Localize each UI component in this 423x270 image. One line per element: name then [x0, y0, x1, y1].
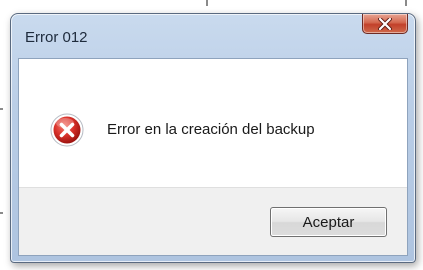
button-bar: Aceptar: [19, 187, 407, 255]
error-dialog: Error 012 Error en la creación del backu…: [10, 13, 416, 263]
accept-button[interactable]: Aceptar: [270, 207, 387, 237]
background-fragment: [405, 0, 407, 6]
dialog-title: Error 012: [25, 29, 88, 46]
close-button[interactable]: [362, 14, 408, 34]
background-fragment: [206, 0, 208, 6]
error-icon: [50, 113, 84, 147]
background-fragment: [0, 108, 3, 110]
close-icon: [378, 17, 392, 30]
message-area: Error en la creación del backup: [19, 59, 407, 187]
background-fragment: [0, 212, 3, 214]
error-message: Error en la creación del backup: [107, 121, 315, 138]
dialog-body: Error en la creación del backup Aceptar: [18, 58, 408, 256]
